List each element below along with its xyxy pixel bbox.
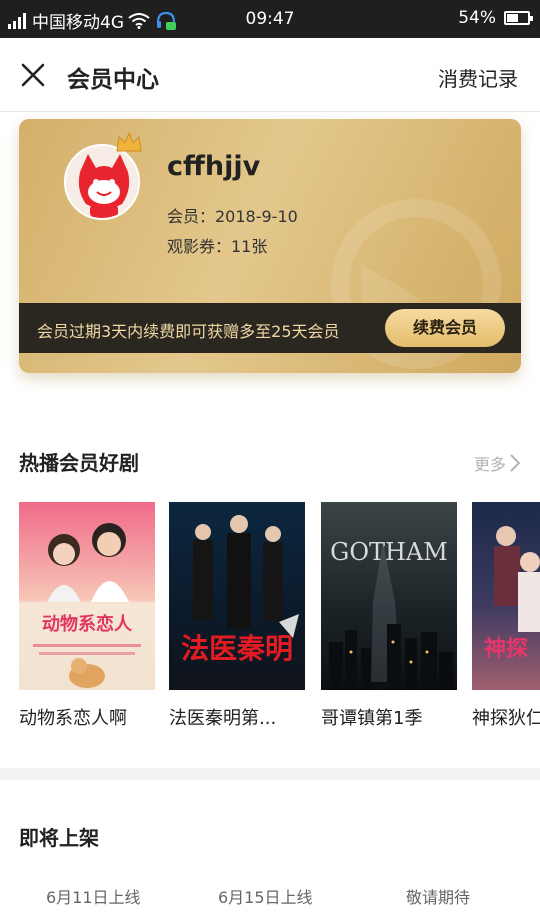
status-right: 54%: [458, 8, 533, 28]
poster-art-couple: 动物系恋人: [33, 523, 141, 688]
poster-art-men: 法医秦明: [181, 515, 299, 665]
crown-icon: [116, 131, 142, 152]
page-header: 会员中心 消费记录: [0, 38, 540, 112]
svg-text:GOTHAM: GOTHAM: [330, 538, 448, 566]
more-link[interactable]: 更多: [474, 451, 522, 475]
avatar[interactable]: [64, 144, 140, 220]
hot-section-title: 热播会员好剧: [19, 451, 139, 475]
fox-avatar-icon: [66, 146, 138, 218]
renew-button[interactable]: 续费会员: [385, 309, 505, 347]
member-card: cffhjjv 会员：2018-9-10 观影券：11张 会员过期3天内续费即可…: [19, 119, 521, 373]
poster-art-city: GOTHAM: [329, 538, 453, 690]
renew-banner: 会员过期3天内续费即可获赠多至25天会员 续费会员: [19, 303, 521, 353]
upcoming-tab[interactable]: 6月11日上线: [46, 884, 141, 908]
poster-title: 法医秦明第...: [169, 708, 277, 729]
promo-text: 会员过期3天内续费即可获赠多至25天会员: [37, 322, 340, 341]
close-icon[interactable]: [20, 62, 46, 88]
poster-image: 法医秦明: [169, 502, 305, 690]
poster-card[interactable]: 动物系恋人 动物系恋人啊: [19, 502, 155, 730]
poster-image: 神探: [472, 502, 540, 690]
svg-text:法医秦明: 法医秦明: [181, 632, 293, 665]
poster-art-detective: 神探: [484, 526, 540, 662]
poster-image: GOTHAM: [321, 502, 457, 690]
poster-card[interactable]: 神探 神探狄仁: [472, 502, 540, 730]
svg-text:神探: 神探: [484, 636, 528, 662]
status-bar: 中国移动4G 09:47 54%: [0, 0, 540, 38]
upcoming-tab[interactable]: 6月15日上线: [218, 884, 313, 908]
svg-text:动物系恋人: 动物系恋人: [42, 613, 133, 635]
member-expiry: 会员：2018-9-10: [167, 207, 298, 226]
battery-icon: [504, 11, 533, 25]
poster-card[interactable]: GOTHAM 哥谭镇第1季: [321, 502, 457, 730]
battery-percent: 54%: [458, 8, 496, 28]
upcoming-tab[interactable]: 敬请期待: [406, 884, 470, 908]
more-label: 更多: [473, 455, 506, 474]
poster-title: 神探狄仁: [472, 708, 540, 729]
battery-fill: [507, 14, 518, 22]
section-divider: [0, 768, 540, 780]
consumption-records-link[interactable]: 消费记录: [438, 63, 518, 92]
poster-image: 动物系恋人: [19, 502, 155, 690]
poster-title: 动物系恋人啊: [19, 708, 127, 729]
poster-title: 哥谭镇第1季: [321, 708, 423, 729]
username: cffhjjv: [167, 151, 261, 182]
ticket-count: 观影券：11张: [167, 237, 268, 256]
poster-card[interactable]: 法医秦明 法医秦明第...: [169, 502, 305, 730]
page-title: 会员中心: [67, 67, 159, 93]
upcoming-section-title: 即将上架: [19, 826, 99, 850]
chevron-right-icon: [510, 454, 521, 472]
poster-carousel[interactable]: 动物系恋人 动物系恋人啊 法医秦明 法医秦明第... GOTHAM 哥谭镇第1季…: [19, 502, 540, 742]
